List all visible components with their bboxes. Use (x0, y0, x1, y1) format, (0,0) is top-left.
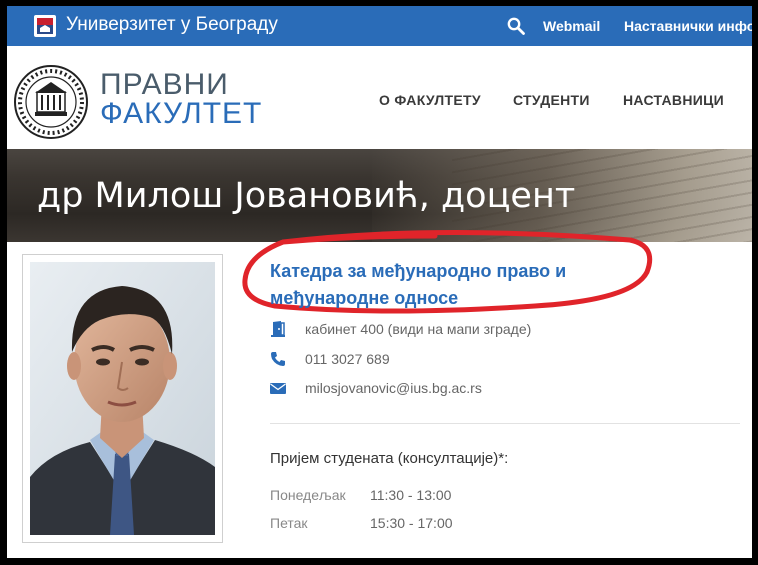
office-location-link[interactable]: кабинет 400 (види на мапи зграде) (305, 321, 531, 337)
department-link[interactable]: Катедра за међународно право и међународ… (270, 258, 650, 312)
envelope-icon (270, 383, 286, 394)
teacher-info-link[interactable]: Наставнички инфо (624, 18, 752, 34)
consultations-title: Пријем студената (консултације)*: (270, 450, 509, 467)
door-icon (271, 321, 285, 337)
faculty-name-line1: ПРАВНИ (100, 68, 229, 101)
faculty-name-line2: ФАКУЛТЕТ (100, 97, 263, 130)
email-link[interactable]: milosjovanovic@ius.bg.ac.rs (305, 380, 482, 396)
phone-icon (271, 352, 285, 366)
consultation-day: Петак (270, 515, 308, 531)
consultation-time: 15:30 - 17:00 (370, 515, 453, 531)
nav-teachers[interactable]: НАСТАВНИЦИ (623, 92, 724, 108)
page-title: др Милош Јовановић, доцент (37, 176, 576, 216)
search-icon[interactable] (507, 17, 525, 35)
webmail-link[interactable]: Webmail (543, 18, 600, 34)
profile-photo (30, 262, 215, 535)
university-title[interactable]: Универзитет у Београду (66, 14, 278, 36)
consultation-time: 11:30 - 13:00 (370, 487, 452, 503)
nav-about-faculty[interactable]: О ФАКУЛТЕТУ (379, 92, 481, 108)
profile-photo-frame (22, 254, 223, 543)
faculty-seal-icon[interactable] (13, 64, 89, 140)
section-divider (270, 423, 740, 424)
faculty-name[interactable]: ПРАВНИ ФАКУЛТЕТ (100, 68, 263, 130)
phone-number: 011 3027 689 (305, 351, 390, 367)
top-bar: Универзитет у Београду Webmail Наставнич… (7, 6, 752, 46)
consultation-day: Понедељак (270, 487, 346, 503)
university-logo-icon[interactable] (34, 15, 56, 37)
page-frame: Универзитет у Београду Webmail Наставнич… (7, 6, 752, 558)
nav-students[interactable]: СТУДЕНТИ (513, 92, 590, 108)
